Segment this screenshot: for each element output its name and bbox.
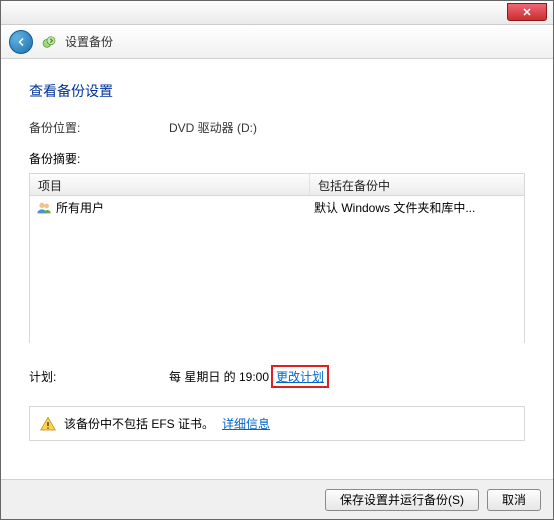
- back-button[interactable]: [9, 30, 33, 54]
- details-link[interactable]: 详细信息: [222, 415, 270, 432]
- schedule-value: 每 星期日 的 19:00: [169, 368, 269, 385]
- warning-icon: [40, 416, 56, 432]
- nav-title: 设置备份: [65, 33, 113, 50]
- table-header: 项目 包括在备份中: [30, 174, 524, 196]
- col-included[interactable]: 包括在备份中: [310, 174, 524, 195]
- footer-bar: 保存设置并运行备份(S) 取消: [1, 479, 553, 519]
- schedule-label: 计划:: [29, 368, 169, 385]
- change-schedule-link[interactable]: 更改计划: [276, 370, 324, 384]
- close-icon: ✕: [522, 6, 531, 19]
- schedule-row: 计划: 每 星期日 的 19:00 更改计划: [29, 365, 525, 388]
- summary-label: 备份摘要:: [29, 150, 525, 167]
- location-label: 备份位置:: [29, 119, 169, 136]
- notice-text: 该备份中不包括 EFS 证书。: [64, 415, 214, 432]
- page-heading: 查看备份设置: [29, 81, 525, 101]
- highlight-annotation: 更改计划: [271, 365, 329, 388]
- nav-bar: 设置备份: [1, 25, 553, 59]
- table-row[interactable]: 所有用户 默认 Windows 文件夹和库中...: [30, 196, 524, 219]
- users-icon: [36, 200, 52, 216]
- location-row: 备份位置: DVD 驱动器 (D:): [29, 119, 525, 136]
- cancel-button[interactable]: 取消: [487, 489, 541, 511]
- content-area: 查看备份设置 备份位置: DVD 驱动器 (D:) 备份摘要: 项目 包括在备份…: [1, 59, 553, 441]
- row-included: 默认 Windows 文件夹和库中...: [314, 199, 518, 216]
- summary-table: 项目 包括在备份中 所有用户 默认 Windows 文件夹和库中...: [29, 173, 525, 343]
- col-item[interactable]: 项目: [30, 174, 310, 195]
- save-run-button[interactable]: 保存设置并运行备份(S): [325, 489, 479, 511]
- arrow-left-icon: [15, 36, 27, 48]
- window-titlebar: ✕: [1, 1, 553, 25]
- backup-icon: [41, 34, 57, 50]
- efs-notice: 该备份中不包括 EFS 证书。 详细信息: [29, 406, 525, 441]
- close-button[interactable]: ✕: [507, 3, 547, 21]
- location-value: DVD 驱动器 (D:): [169, 119, 257, 136]
- row-item: 所有用户: [56, 199, 104, 216]
